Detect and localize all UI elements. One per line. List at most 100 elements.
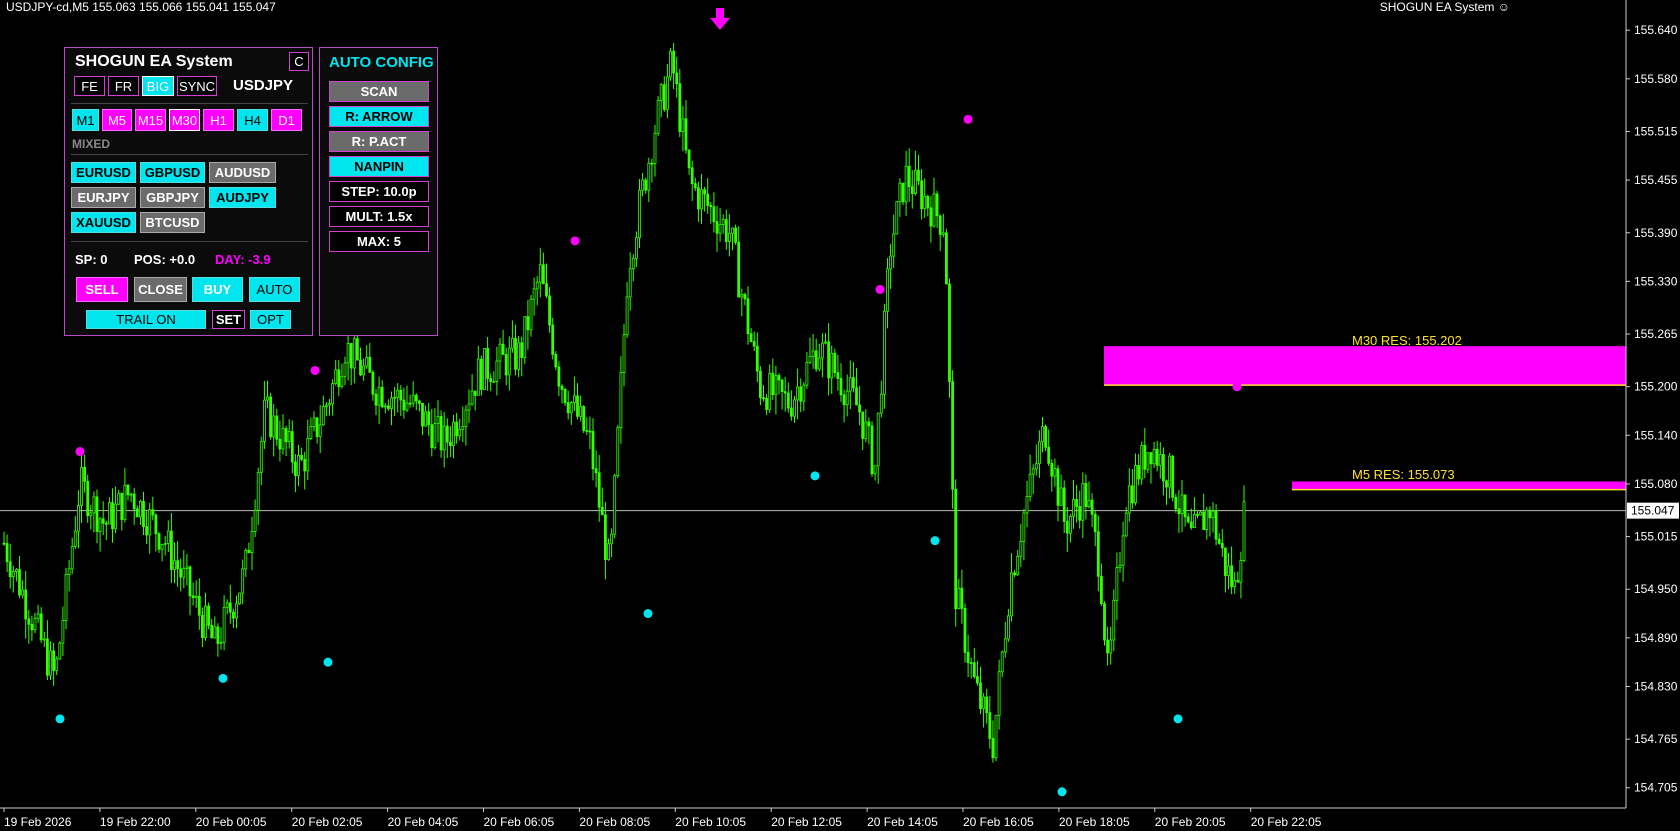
opt-button[interactable]: OPT [250,310,291,329]
candle-body [650,162,654,165]
candle [1230,546,1233,595]
candle [328,398,331,416]
arrow-mode-button[interactable]: R: ARROW [329,106,429,127]
candle-body [417,400,421,404]
candle-body [635,237,638,259]
set-button[interactable]: SET [212,310,245,329]
candle [1131,469,1134,509]
trail-button[interactable]: TRAIL ON [86,310,206,329]
tf-m5-button[interactable]: M5 [102,109,132,131]
candle [610,528,613,558]
candle-body [185,566,189,569]
candle [817,343,821,372]
candle-body [542,264,545,285]
candle-body [58,642,62,660]
candle-body [151,509,155,516]
step-button[interactable]: STEP: 10.0p [329,181,429,202]
candle [1050,459,1054,492]
candle [923,178,927,219]
fr-toggle[interactable]: FR [108,76,139,96]
x-tick-label: 20 Feb 22:05 [1251,815,1322,829]
candle-body [1193,514,1196,529]
candle-body [228,602,232,613]
candle [315,416,319,444]
candle [879,380,883,418]
candle [759,366,762,406]
candle-body [858,404,861,413]
price-action-mode-button[interactable]: R: P.ACT [329,131,429,152]
candle-body [619,372,623,428]
candle-body [269,396,273,438]
candle-body [706,193,710,206]
candle-body [700,189,703,210]
pair-gbpjpy-button[interactable]: GBPJPY [140,187,205,208]
scan-button[interactable]: SCAN [329,81,429,102]
candle [1062,480,1066,534]
pair-eurusd-button[interactable]: EURUSD [71,162,136,183]
candle-body [582,406,586,431]
candle [386,399,390,411]
candle-body [1202,511,1206,531]
candle-body [901,182,905,203]
candle [154,513,158,552]
sell-button[interactable]: SELL [76,277,128,302]
candle [321,395,325,426]
candle [67,559,71,592]
candle-body [963,608,967,653]
tf-h4-button[interactable]: H4 [237,109,268,131]
candle-body [941,232,945,235]
candle-body [1224,547,1227,576]
candle [256,467,260,526]
buy-button[interactable]: BUY [192,277,243,302]
tf-m30-button[interactable]: M30 [169,109,200,131]
candle-body [1084,483,1088,508]
pair-audusd-button[interactable]: AUDUSD [209,162,276,183]
big-toggle[interactable]: BIG [142,76,174,96]
candle-body [148,509,152,536]
candle-body [749,333,753,342]
pair-gbpusd-button[interactable]: GBPUSD [140,162,205,183]
mult-button[interactable]: MULT: 1.5x [329,206,429,227]
pair-btcusd-button[interactable]: BTCUSD [140,212,205,233]
candle [284,425,288,457]
candle [979,666,982,715]
candle [399,385,403,416]
candle [638,179,641,249]
candle [616,424,620,479]
candle-body [569,402,573,414]
candle [417,399,421,412]
candle [545,263,548,299]
fe-toggle[interactable]: FE [74,76,105,96]
max-button[interactable]: MAX: 5 [329,231,429,252]
candle-body [588,430,592,433]
candle-body [762,397,765,400]
sync-toggle[interactable]: SYNC [177,76,217,96]
candle-body [796,386,799,401]
candle [235,595,238,629]
pair-audjpy-button[interactable]: AUDJPY [209,187,276,208]
candle-body [145,526,149,536]
candle [960,569,964,624]
candle-body [377,386,381,406]
candle-body [191,595,195,599]
candle [631,254,635,282]
pair-eurjpy-button[interactable]: EURJPY [71,187,136,208]
tf-d1-button[interactable]: D1 [271,109,302,131]
close-panel-button[interactable]: C [289,52,309,71]
nanpin-button[interactable]: NANPIN [329,156,429,177]
candle-body [1118,564,1122,568]
candle-body [312,417,316,427]
pair-xauusd-button[interactable]: XAUUSD [71,212,136,233]
candle [377,376,381,425]
tf-h1-button[interactable]: H1 [203,109,234,131]
close-all-button[interactable]: CLOSE [134,277,187,302]
candle [774,365,778,415]
candle-body [845,390,849,406]
tf-m1-button[interactable]: M1 [72,109,99,131]
candle [359,347,362,377]
candle [476,345,480,396]
candle-body [309,426,313,439]
candle [228,584,232,624]
tf-m15-button[interactable]: M15 [135,109,166,131]
auto-button[interactable]: AUTO [249,277,300,302]
